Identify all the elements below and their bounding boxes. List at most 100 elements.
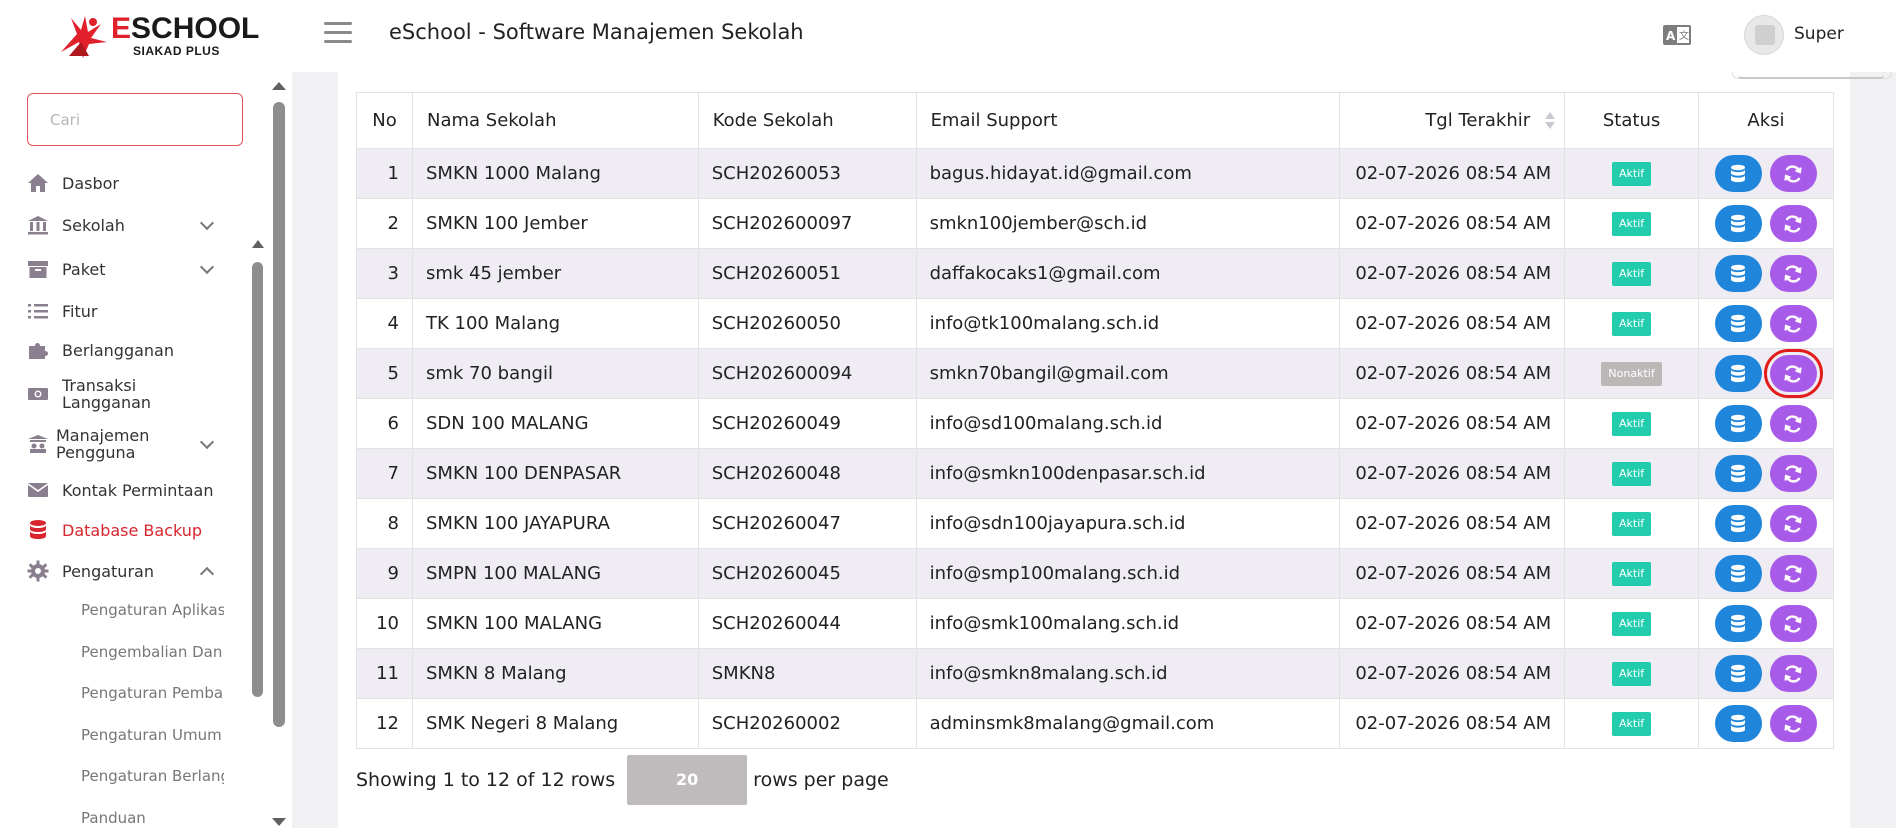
sidebar-subitem-pengembalian-dana[interactable]: Pengembalian Dan <box>81 643 224 661</box>
rows-per-page-select[interactable]: 20 <box>627 755 748 805</box>
sidebar-item-berlangganan[interactable]: Berlangganan <box>26 337 226 363</box>
backup-database-button[interactable] <box>1714 205 1762 242</box>
backup-database-button[interactable] <box>1714 255 1762 292</box>
backup-database-button[interactable] <box>1714 405 1762 442</box>
sidebar-item-dasbor[interactable]: Dasbor <box>26 170 226 196</box>
cell-nama-sekolah: SMKN 100 MALANG <box>411 598 699 649</box>
backup-database-button[interactable] <box>1714 455 1762 492</box>
sidebar-item-sekolah[interactable]: Sekolah <box>26 212 226 238</box>
cell-kode-sekolah: SCH20260045 <box>697 548 917 599</box>
sync-icon <box>1783 564 1803 583</box>
backup-database-button[interactable] <box>1714 155 1762 192</box>
backup-database-button[interactable] <box>1714 355 1762 392</box>
sidebar-subitem-pengaturan-umum[interactable]: Pengaturan Umum <box>81 726 224 744</box>
database-icon <box>1730 364 1746 384</box>
cell-email-support: info@smp100malang.sch.id <box>915 548 1341 599</box>
status-badge: Aktif <box>1611 262 1652 286</box>
sidebar-subitem-pengaturan-pembayaran[interactable]: Pengaturan Pemba <box>81 684 224 702</box>
user-name[interactable]: Super <box>1794 24 1844 44</box>
scrollbar-thumb[interactable] <box>273 102 285 727</box>
avatar[interactable] <box>1744 15 1784 55</box>
cell-nama-sekolah: SMPN 100 MALANG <box>411 548 699 599</box>
table-row: 8 SMKN 100 JAYAPURA SCH20260047 info@sdn100… <box>356 498 1835 549</box>
table-row: 5 smk 70 bangil SCH202600094 smkn70bangil@g… <box>356 348 1835 399</box>
sidebar-item-fitur[interactable]: Fitur <box>26 298 226 324</box>
sync-button[interactable] <box>1769 305 1817 342</box>
scrollbar-thumb[interactable] <box>252 262 263 697</box>
status-badge: Aktif <box>1611 162 1652 186</box>
sidebar-subitem-pengaturan-berlangganan[interactable]: Pengaturan Berlang <box>81 767 224 785</box>
sidebar-scrollbar[interactable] <box>251 162 265 762</box>
col-header-no[interactable]: No <box>356 92 413 149</box>
cell-kode-sekolah: SCH20260044 <box>697 598 917 649</box>
sidebar-item-manajemen-pengguna[interactable]: Manajemen Pengguna <box>26 425 226 463</box>
sync-button[interactable] <box>1769 555 1817 592</box>
scroll-up-icon[interactable] <box>252 240 264 248</box>
sync-icon <box>1783 614 1803 633</box>
sidebar-item-label: Manajemen Pengguna <box>56 426 150 462</box>
sync-button[interactable] <box>1769 705 1817 742</box>
sidebar-item-pengaturan[interactable]: Pengaturan <box>26 558 226 584</box>
page-scrollbar[interactable] <box>271 82 287 828</box>
search-input[interactable] <box>27 93 243 146</box>
col-header-tgl-terakhir[interactable]: Tgl Terakhir <box>1339 92 1566 149</box>
sync-button[interactable] <box>1769 605 1817 642</box>
backup-database-button[interactable] <box>1714 705 1762 742</box>
col-header-nama-sekolah[interactable]: Nama Sekolah <box>411 92 699 149</box>
col-header-status[interactable]: Status <box>1564 92 1699 149</box>
cell-status: Aktif <box>1564 298 1699 349</box>
logo[interactable]: ESCHOOL SIAKAD PLUS <box>55 12 259 60</box>
sort-icon[interactable] <box>1545 111 1556 130</box>
cell-aksi <box>1697 698 1835 749</box>
col-header-email-support[interactable]: Email Support <box>915 92 1341 149</box>
col-header-aksi[interactable]: Aksi <box>1697 92 1835 149</box>
sync-icon <box>1783 514 1803 533</box>
backup-database-button[interactable] <box>1714 505 1762 542</box>
sidebar-subitem-pengaturan-aplikasi[interactable]: Pengaturan Aplikas <box>81 601 224 619</box>
cell-tgl-terakhir: 02-07-2026 08:54 AM <box>1339 148 1566 199</box>
cell-email-support: adminsmk8malang@gmail.com <box>915 698 1341 749</box>
sync-button[interactable] <box>1769 455 1817 492</box>
sync-button[interactable] <box>1763 349 1823 398</box>
toolbar-control[interactable] <box>1738 72 1884 79</box>
chevron-down-icon <box>199 259 215 275</box>
cell-email-support: daffakocaks1@gmail.com <box>915 248 1341 299</box>
table-row: 3 smk 45 jember SCH20260051 daffakocaks1@gm… <box>356 248 1835 299</box>
sidebar-item-transaksi-langganan[interactable]: Transaksi Langganan <box>26 375 226 413</box>
money-icon <box>26 383 50 405</box>
sync-button[interactable] <box>1769 405 1817 442</box>
cell-no: 8 <box>356 498 413 549</box>
cell-no: 6 <box>356 398 413 449</box>
backup-database-button[interactable] <box>1714 605 1762 642</box>
col-header-kode-sekolah[interactable]: Kode Sekolah <box>697 92 917 149</box>
backup-database-button[interactable] <box>1714 655 1762 692</box>
cell-kode-sekolah: SCH20260049 <box>697 398 917 449</box>
sync-button[interactable] <box>1769 155 1817 192</box>
table-row: 4 TK 100 Malang SCH20260050 info@tk100malan… <box>356 298 1835 349</box>
sidebar-subitem-panduan[interactable]: Panduan <box>81 809 224 827</box>
sidebar-item-label: Dasbor <box>62 173 119 193</box>
cell-kode-sekolah: SCH20260047 <box>697 498 917 549</box>
scroll-up-icon[interactable] <box>272 82 286 90</box>
sidebar-item-paket[interactable]: Paket <box>26 256 226 282</box>
backup-database-button[interactable] <box>1714 305 1762 342</box>
cell-aksi <box>1697 448 1835 499</box>
database-icon <box>1730 164 1746 184</box>
sync-button[interactable] <box>1769 505 1817 542</box>
sidebar-item-database-backup[interactable]: Database Backup <box>26 517 226 543</box>
status-badge: Aktif <box>1611 662 1652 686</box>
sync-button[interactable] <box>1769 205 1817 242</box>
cell-aksi <box>1697 498 1835 549</box>
cell-tgl-terakhir: 02-07-2026 08:54 AM <box>1339 698 1566 749</box>
sync-button[interactable] <box>1769 655 1817 692</box>
language-icon[interactable]: A 文 <box>1662 24 1692 46</box>
sync-button[interactable] <box>1769 255 1817 292</box>
sidebar-item-kontak-permintaan[interactable]: Kontak Permintaan <box>26 477 226 503</box>
backup-database-button[interactable] <box>1714 555 1762 592</box>
table-body: 1 SMKN 1000 Malang SCH20260053 bagus.hidaya… <box>356 148 1835 749</box>
cell-status: Aktif <box>1564 198 1699 249</box>
cell-aksi <box>1697 198 1835 249</box>
scroll-down-icon[interactable] <box>272 818 286 826</box>
menu-icon[interactable] <box>324 22 352 48</box>
cell-tgl-terakhir: 02-07-2026 08:54 AM <box>1339 648 1566 699</box>
